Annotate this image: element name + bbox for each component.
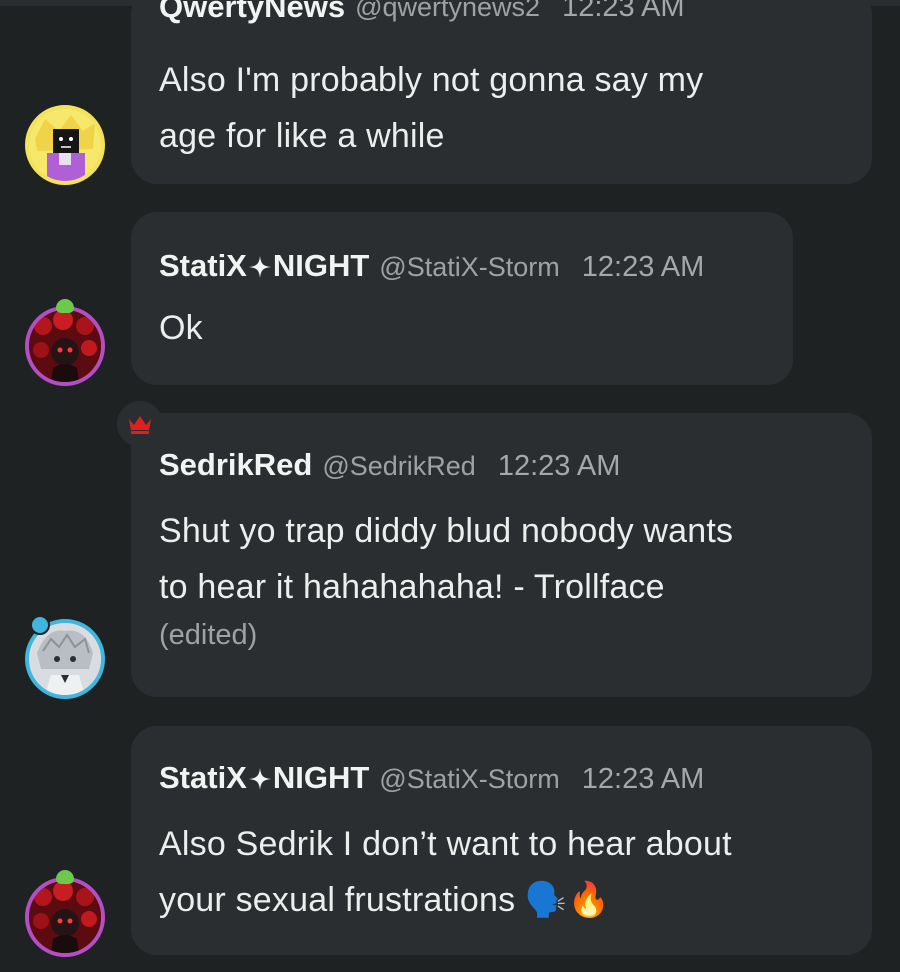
message-text: Ok [159,300,765,356]
message-header: StatiX NIGHT @StatiX-Storm 12:23 AM [159,248,765,288]
avatar-qwertynews[interactable] [25,105,105,185]
message-text: Also I'm probably not gonna say my age f… [159,52,844,164]
message-bubble[interactable]: StatiX NIGHT @StatiX-Storm 12:23 AM Ok [131,212,793,385]
avatar-frog-badge [56,870,74,884]
message-line: age for like a while [159,117,445,155]
message-line: to hear it hahahahaha! - Trollface [159,568,665,606]
message-bubble[interactable]: StatiX NIGHT @StatiX-Storm 12:23 AM Also … [131,726,872,955]
message-timestamp: 12:23 AM [581,763,705,795]
avatar-accessory-badge [30,615,50,635]
message-line: Ok [159,309,203,347]
author-handle: @StatiX-Storm [379,252,560,282]
message-line: Shut yo trap diddy blud nobody wants [159,512,734,550]
message-timestamp: 12:23 AM [562,0,685,23]
author-handle: @SedrikRed [322,451,476,481]
author-handle: @qwertynews2 [355,0,541,22]
message-text: Also Sedrik I don’t want to hear about y… [159,816,844,928]
avatar-statix[interactable] [25,306,105,386]
avatar-image [29,310,101,382]
crown-icon [129,416,151,434]
author-name-part: StatiX [159,760,247,795]
author-name-part: StatiX [159,248,247,283]
message-header: QwertyNews @qwertynews2 12:23 AM [159,0,844,26]
message-header: StatiX NIGHT @StatiX-Storm 12:23 AM [159,760,844,800]
message-line: Also I'm probably not gonna say my [159,61,704,99]
author-handle: @StatiX-Storm [379,764,560,794]
message-header: SedrikRed @SedrikRed 12:23 AM [159,447,844,487]
author-name[interactable]: QwertyNews [159,0,345,25]
message-line: your sexual frustrations 🗣️🔥 [159,881,611,919]
message-timestamp: 12:23 AM [581,251,705,283]
chat-thread: QwertyNews @qwertynews2 12:23 AM Also I'… [0,0,900,972]
message-text: Shut yo trap diddy blud nobody wants to … [159,503,844,615]
message-line: Also Sedrik I don’t want to hear about [159,825,732,863]
crown-badge [117,401,163,447]
avatar-image [29,881,101,953]
author-name-part: NIGHT [272,760,370,795]
author-name[interactable]: StatiX NIGHT [159,760,369,796]
edited-label: (edited) [159,619,258,651]
avatar-image [29,109,101,181]
four-point-star-icon [248,768,271,790]
message-timestamp: 12:23 AM [497,450,621,482]
message-bubble[interactable]: SedrikRed @SedrikRed 12:23 AM Shut yo tr… [131,413,872,697]
four-point-star-icon [248,256,271,278]
avatar-statix[interactable] [25,877,105,957]
message-bubble[interactable]: QwertyNews @qwertynews2 12:23 AM Also I'… [131,0,872,184]
avatar-frog-badge [56,299,74,313]
author-name-part: NIGHT [272,248,370,283]
author-name[interactable]: StatiX NIGHT [159,248,369,284]
author-name[interactable]: SedrikRed [159,447,312,483]
